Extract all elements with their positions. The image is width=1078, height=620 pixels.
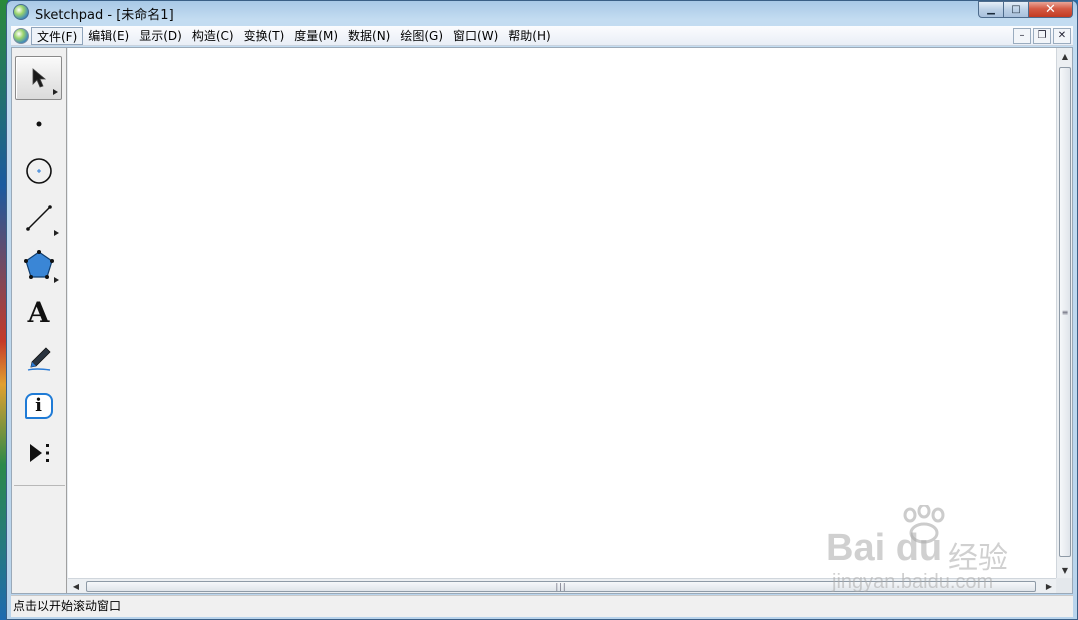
status-text: 点击以开始滚动窗口 xyxy=(13,599,122,613)
custom-tool[interactable] xyxy=(15,431,62,475)
text-icon: A xyxy=(27,295,50,329)
menu-measure[interactable]: 度量(M) xyxy=(289,27,343,45)
scroll-down-icon: ▼ xyxy=(1061,565,1069,575)
scroll-right-button[interactable]: ▶ xyxy=(1041,579,1057,593)
sketch-canvas[interactable] xyxy=(68,48,1057,578)
menu-transform[interactable]: 变换(T) xyxy=(239,27,290,45)
maximize-icon: □ xyxy=(1011,4,1021,15)
point-tool[interactable] xyxy=(15,102,62,146)
close-button[interactable]: ✕ xyxy=(1029,1,1073,18)
text-tool[interactable]: A xyxy=(15,290,62,334)
menu-data[interactable]: 数据(N) xyxy=(343,27,395,45)
doc-minimize-button[interactable]: – xyxy=(1013,27,1031,44)
arrow-tool-more-icon xyxy=(53,89,58,95)
scroll-up-button[interactable]: ▲ xyxy=(1057,48,1073,64)
scrollbar-corner xyxy=(1056,578,1072,593)
sketchpad-app-icon[interactable] xyxy=(13,4,29,20)
horizontal-scrollbar[interactable]: ◀ ||| ▶ xyxy=(68,578,1057,593)
toolbox-separator xyxy=(14,485,65,486)
point-icon xyxy=(36,121,41,127)
straightedge-tool[interactable] xyxy=(15,196,62,240)
horizontal-grip-icon: ||| xyxy=(555,582,567,591)
status-bar: 点击以开始滚动窗口 xyxy=(11,595,1073,617)
document-area: A i ▲ ≡ ▼ ◀ ||| ▶ xyxy=(11,47,1073,594)
menu-graph[interactable]: 绘图(G) xyxy=(395,27,448,45)
toolbox: A i xyxy=(12,48,67,593)
polygon-tool-more-icon xyxy=(54,277,59,283)
info-glyph: i xyxy=(35,395,42,416)
marker-tool[interactable] xyxy=(15,337,62,381)
vertical-grip-icon: ≡ xyxy=(1061,307,1069,317)
vertical-scroll-thumb[interactable]: ≡ xyxy=(1059,67,1071,557)
information-tool[interactable]: i xyxy=(15,384,62,428)
menu-file[interactable]: 文件(F) xyxy=(31,26,84,45)
title-bar[interactable]: Sketchpad - [未命名1] ▁ □ ✕ xyxy=(7,1,1077,24)
menu-help[interactable]: 帮助(H) xyxy=(503,27,555,45)
custom-tool-icon xyxy=(29,444,49,462)
compass-tool[interactable] xyxy=(15,149,62,193)
sketchpad-window: Sketchpad - [未命名1] ▁ □ ✕ 文件(F) 编辑(E) 显示(… xyxy=(6,0,1078,620)
horizontal-scroll-thumb[interactable]: ||| xyxy=(86,581,1036,592)
doc-close-button[interactable]: ✕ xyxy=(1053,27,1071,44)
minimize-icon: ▁ xyxy=(987,4,995,15)
minimize-button[interactable]: ▁ xyxy=(978,1,1004,18)
menu-display[interactable]: 显示(D) xyxy=(134,27,187,45)
circle-icon xyxy=(25,158,52,184)
scroll-up-icon: ▲ xyxy=(1061,51,1069,61)
segment-icon xyxy=(25,205,52,231)
doc-restore-button[interactable]: ❐ xyxy=(1033,27,1051,44)
scroll-left-icon: ◀ xyxy=(72,581,80,591)
doc-minimize-icon: – xyxy=(1019,30,1025,41)
polygon-tool[interactable] xyxy=(15,243,62,287)
menu-window[interactable]: 窗口(W) xyxy=(448,27,503,45)
window-title: Sketchpad - [未命名1] xyxy=(35,8,174,23)
doc-restore-icon: ❐ xyxy=(1037,30,1047,41)
polygon-icon xyxy=(23,250,54,279)
scroll-right-icon: ▶ xyxy=(1045,581,1053,591)
straightedge-tool-more-icon xyxy=(54,230,59,236)
scroll-left-button[interactable]: ◀ xyxy=(68,579,84,593)
scroll-down-button[interactable]: ▼ xyxy=(1057,562,1073,578)
close-icon: ✕ xyxy=(1045,2,1056,17)
menu-edit[interactable]: 编辑(E) xyxy=(83,27,134,45)
menu-bar: 文件(F) 编辑(E) 显示(D) 构造(C) 变换(T) 度量(M) 数据(N… xyxy=(11,26,1073,46)
caption-buttons: ▁ □ ✕ xyxy=(978,1,1073,19)
maximize-button[interactable]: □ xyxy=(1004,1,1029,18)
menu-construct[interactable]: 构造(C) xyxy=(187,27,239,45)
arrow-tool[interactable] xyxy=(15,56,62,100)
marker-icon xyxy=(27,347,51,371)
arrow-select-icon xyxy=(32,68,46,88)
info-icon: i xyxy=(24,393,53,419)
vertical-scrollbar[interactable]: ▲ ≡ ▼ xyxy=(1056,48,1072,578)
document-icon[interactable] xyxy=(13,27,29,44)
doc-close-icon: ✕ xyxy=(1057,30,1067,41)
document-window-buttons: – ❐ ✕ xyxy=(1013,27,1071,44)
